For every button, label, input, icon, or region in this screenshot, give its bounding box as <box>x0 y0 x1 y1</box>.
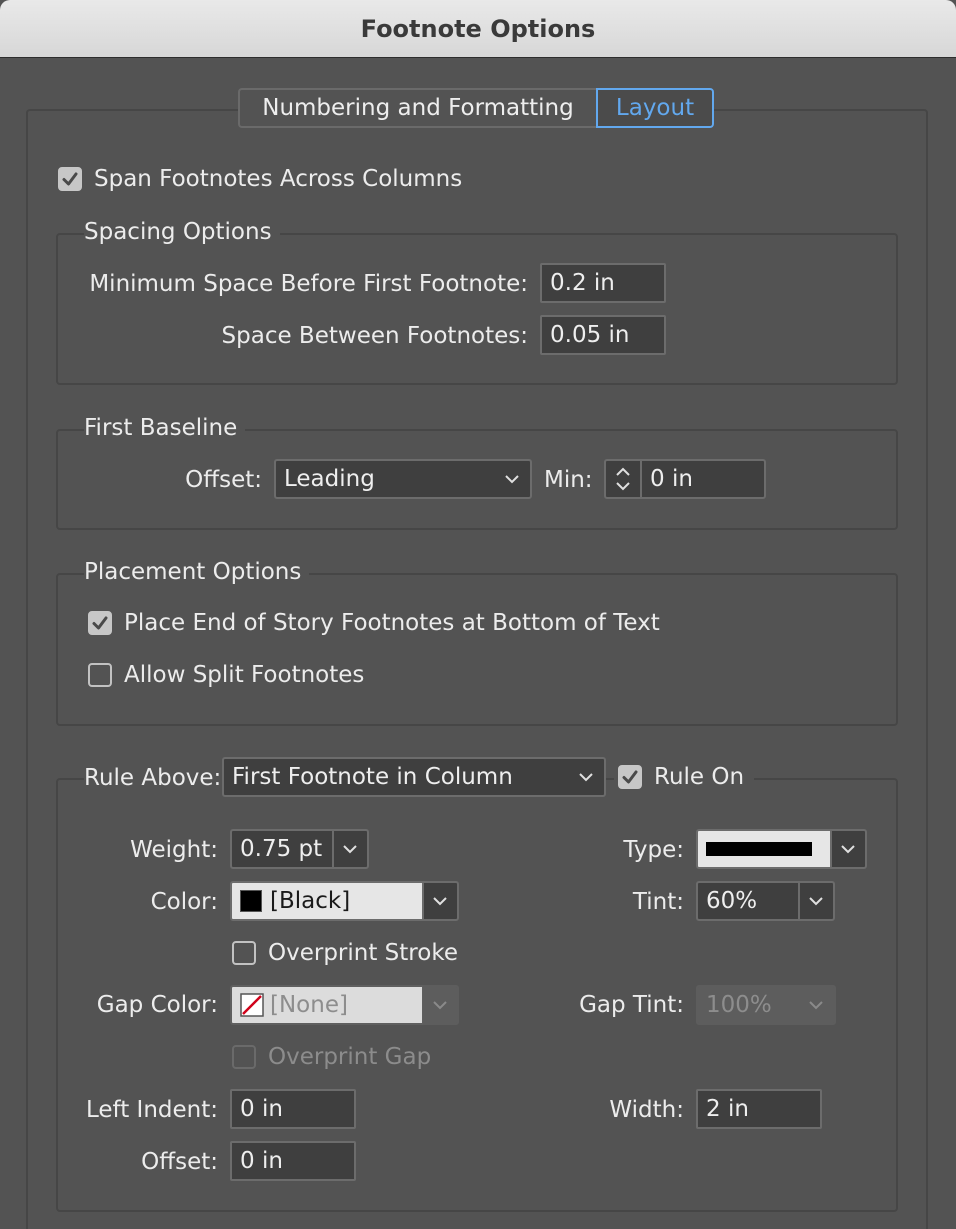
type-select[interactable] <box>696 829 832 869</box>
chevron-down-icon <box>809 897 823 906</box>
chevron-down-icon <box>579 773 593 782</box>
chevron-down-icon <box>433 897 447 906</box>
color-dropdown-button[interactable] <box>423 881 459 921</box>
width-field[interactable]: 2 in <box>696 1089 822 1129</box>
gap-tint-value: 100% <box>706 992 772 1018</box>
chevron-down-icon <box>841 845 855 854</box>
placement-options-group <box>56 573 898 726</box>
black-swatch-icon <box>240 890 262 912</box>
gap-color-value: [None] <box>270 992 348 1018</box>
type-dropdown-button[interactable] <box>831 829 867 869</box>
weight-dropdown-button[interactable] <box>333 829 369 869</box>
rule-offset-label: Offset: <box>141 1149 218 1175</box>
chevron-down-icon <box>809 1001 823 1010</box>
rule-above-select-value: First Footnote in Column <box>232 764 513 790</box>
left-indent-field[interactable]: 0 in <box>230 1089 356 1129</box>
first-baseline-title: First Baseline <box>84 414 246 442</box>
offset-select-value: Leading <box>284 466 375 492</box>
gap-tint-select[interactable]: 100% <box>696 985 836 1025</box>
weight-label: Weight: <box>130 837 218 863</box>
width-label: Width: <box>609 1097 684 1123</box>
color-value: [Black] <box>270 888 351 914</box>
overprint-stroke-checkbox[interactable] <box>232 941 256 965</box>
gap-tint-label: Gap Tint: <box>579 992 684 1018</box>
checkmark-icon <box>62 172 78 186</box>
tint-dropdown-button[interactable] <box>799 881 835 921</box>
rule-offset-field[interactable]: 0 in <box>230 1141 356 1181</box>
offset-label: Offset: <box>185 467 262 493</box>
tint-field[interactable]: 60% <box>696 881 800 921</box>
rule-above-select[interactable]: First Footnote in Column <box>222 757 606 797</box>
end-of-story-checkbox[interactable] <box>88 611 112 635</box>
spacing-options-group <box>56 233 898 385</box>
title-bar: Footnote Options <box>0 0 956 58</box>
weight-field[interactable]: 0.75 pt <box>230 829 334 869</box>
checkmark-icon <box>92 616 108 630</box>
overprint-gap-label: Overprint Gap <box>268 1044 432 1070</box>
tab-numbering-and-formatting[interactable]: Numbering and Formatting <box>238 88 596 128</box>
end-of-story-label: Place End of Story Footnotes at Bottom o… <box>124 610 660 636</box>
allow-split-label: Allow Split Footnotes <box>124 662 365 688</box>
chevron-down-icon <box>433 1001 447 1010</box>
spacing-options-title: Spacing Options <box>84 218 280 246</box>
type-label: Type: <box>623 837 684 863</box>
chevron-down-icon <box>505 475 519 484</box>
allow-split-checkbox[interactable] <box>88 663 112 687</box>
chevron-down-icon <box>343 845 357 854</box>
gap-color-label: Gap Color: <box>96 992 218 1018</box>
color-label: Color: <box>150 889 218 915</box>
window-title: Footnote Options <box>360 14 596 43</box>
min-space-label: Minimum Space Before First Footnote: <box>89 271 528 297</box>
space-between-label: Space Between Footnotes: <box>221 323 528 349</box>
span-footnotes-label: Span Footnotes Across Columns <box>94 166 463 192</box>
rule-on-checkbox[interactable] <box>618 765 642 789</box>
overprint-gap-checkbox[interactable] <box>232 1045 256 1069</box>
stepper-icon <box>616 467 630 491</box>
placement-options-title: Placement Options <box>84 558 310 586</box>
tab-layout[interactable]: Layout <box>596 88 714 128</box>
solid-line-swatch <box>706 842 812 856</box>
min-field[interactable]: 0 in <box>640 459 766 499</box>
space-between-field[interactable]: 0.05 in <box>540 315 666 355</box>
color-select[interactable]: [Black] <box>230 881 424 921</box>
overprint-stroke-label: Overprint Stroke <box>268 940 458 966</box>
none-swatch-icon <box>240 993 264 1017</box>
span-footnotes-checkbox[interactable] <box>58 167 82 191</box>
gap-color-select[interactable]: [None] <box>230 985 424 1025</box>
min-label: Min: <box>544 467 593 493</box>
left-indent-label: Left Indent: <box>85 1097 218 1123</box>
offset-select[interactable]: Leading <box>274 459 532 499</box>
gap-color-dropdown-button[interactable] <box>423 985 459 1025</box>
checkmark-icon <box>622 770 638 784</box>
tint-label: Tint: <box>632 889 684 915</box>
rule-on-label: Rule On <box>654 764 745 790</box>
min-space-field[interactable]: 0.2 in <box>540 263 666 303</box>
min-stepper[interactable] <box>604 459 642 499</box>
rule-above-label: Rule Above: <box>84 764 224 792</box>
